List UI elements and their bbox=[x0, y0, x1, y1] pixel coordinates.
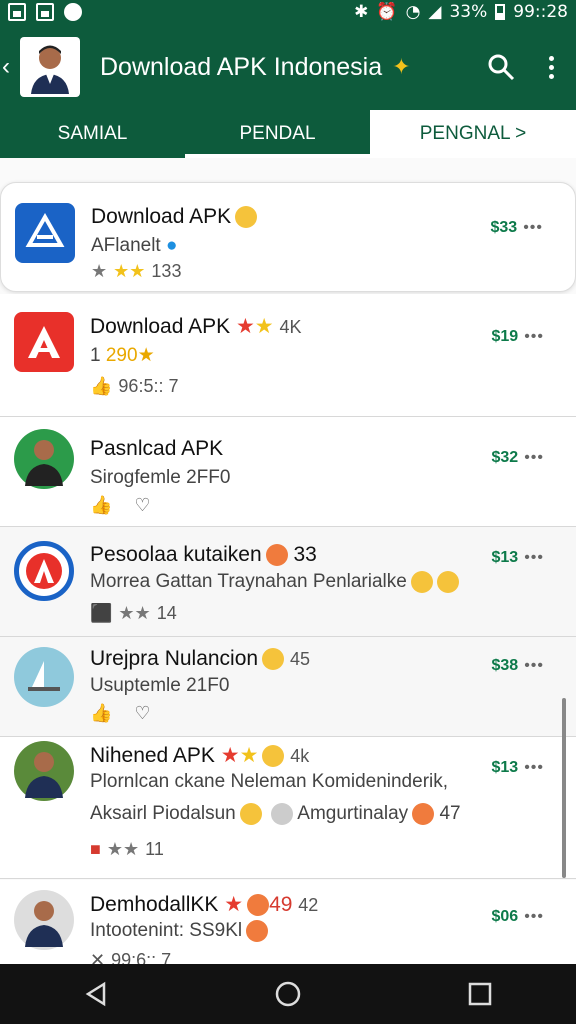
home-nav-button[interactable] bbox=[263, 974, 313, 1014]
back-nav-button[interactable] bbox=[71, 974, 121, 1014]
app-bar: ‹ Download APK Indonesia ✦ bbox=[0, 24, 576, 110]
tab-samial[interactable]: SAMIAL bbox=[0, 110, 185, 158]
image-icon bbox=[8, 3, 26, 21]
app-sub: Usuptemle 21F0 bbox=[90, 675, 230, 696]
app-name: Pesoolaa kutaiken 33 bbox=[90, 543, 317, 567]
share-icon: ✕ bbox=[90, 950, 106, 964]
thumbs-up-icon[interactable]: 👍 bbox=[90, 495, 112, 516]
list-item[interactable]: Pasnlcad APK Sirogfemle 2FF0 👍 ♡ $32 ••• bbox=[0, 417, 576, 527]
heart-icon[interactable]: ♡ bbox=[134, 703, 150, 724]
app-icon bbox=[64, 3, 82, 21]
app-name: Download APK bbox=[91, 205, 258, 229]
more-icon: ••• bbox=[523, 219, 543, 236]
app-sub: Morrea Gattan Traynahan Penlarialke bbox=[90, 571, 459, 593]
list-item[interactable]: Pesoolaa kutaiken 33 Morrea Gattan Trayn… bbox=[0, 527, 576, 637]
recents-nav-button[interactable] bbox=[455, 974, 505, 1014]
status-bar: ✱ ⏰ ◔ ◢ 33% 99::28 bbox=[0, 0, 576, 24]
page-title: Download APK Indonesia bbox=[100, 52, 383, 81]
badge-icon: ⬛ bbox=[90, 603, 113, 623]
price: $06 ••• bbox=[491, 908, 544, 925]
more-icon: ••• bbox=[524, 657, 544, 674]
rating: ■ ★★ 11 bbox=[90, 839, 164, 859]
app-sub-2: Aksairl Piodalsun Amgurtinalay 47 bbox=[90, 803, 461, 825]
signal-icon: ◢ bbox=[428, 2, 442, 22]
app-list: Download APK AFlanelt ● ★ ★★ 133 $33 ••• D… bbox=[0, 158, 576, 964]
badge-icon: ■ bbox=[90, 839, 101, 859]
tab-bar: SAMIAL PENDAL PENGNAL > bbox=[0, 110, 576, 158]
more-icon: ••• bbox=[524, 449, 544, 466]
app-sub: 1 290★ bbox=[90, 345, 155, 366]
list-item[interactable]: Urejpra Nulancion 45 Usuptemle 21F0 👍 ♡ $… bbox=[0, 637, 576, 737]
battery-percent: 33% bbox=[449, 2, 488, 22]
tab-pendal[interactable]: PENDAL bbox=[185, 110, 370, 158]
clock: 99::28 bbox=[513, 2, 568, 22]
app-icon bbox=[14, 647, 74, 707]
app-name: Pasnlcad APK bbox=[90, 437, 224, 460]
more-icon: ••• bbox=[524, 759, 544, 776]
price: $19 ••• bbox=[491, 328, 544, 345]
bird-icon: ✦ bbox=[392, 54, 411, 79]
app-sub: Sirogfemle 2FF0 bbox=[90, 467, 231, 488]
thumbs-up-icon[interactable]: 👍 bbox=[90, 703, 112, 724]
scrollbar[interactable] bbox=[562, 698, 566, 878]
price: $13 ••• bbox=[491, 549, 544, 566]
tab-pengnal[interactable]: PENGNAL > bbox=[370, 110, 576, 158]
app-sub: Plornlcan ckane Neleman Komideninderik, bbox=[90, 771, 449, 792]
app-actions: 👍 ♡ bbox=[90, 495, 151, 516]
rating: ⬛ ★★ 14 bbox=[90, 603, 177, 623]
price: $32 ••• bbox=[491, 449, 544, 466]
app-sub: Intootenint: SS9Kl bbox=[90, 920, 269, 942]
app-icon bbox=[14, 741, 74, 801]
app-name: Download APK ★★ 4K bbox=[90, 315, 302, 338]
back-icon[interactable]: ‹ bbox=[0, 53, 18, 81]
image-icon bbox=[36, 3, 54, 21]
more-icon: ••• bbox=[524, 328, 544, 345]
list-item[interactable]: DemhodallKK ★ 49 42 Intootenint: SS9Kl ✕ 9… bbox=[0, 880, 576, 964]
app-name: DemhodallKK ★ 49 42 bbox=[90, 893, 319, 917]
list-item[interactable]: Download APK AFlanelt ● ★ ★★ 133 $33 ••• bbox=[0, 182, 576, 292]
alarm-icon: ⏰ bbox=[376, 2, 398, 22]
bluetooth-icon: ✱ bbox=[354, 2, 369, 22]
price: $33 ••• bbox=[490, 219, 543, 236]
more-vert-icon[interactable] bbox=[549, 55, 554, 79]
app-icon bbox=[14, 429, 74, 489]
app-name: Urejpra Nulancion 45 bbox=[90, 647, 310, 671]
price: $13 ••• bbox=[491, 759, 544, 776]
heart-icon[interactable]: ♡ bbox=[134, 495, 150, 516]
avatar[interactable] bbox=[20, 37, 80, 97]
search-icon[interactable] bbox=[487, 53, 515, 81]
wifi-icon: ◔ bbox=[405, 2, 421, 22]
emoji-icon bbox=[235, 206, 258, 229]
more-icon: ••• bbox=[524, 908, 544, 925]
app-icon bbox=[14, 541, 74, 601]
list-item[interactable]: Download APK ★★ 4K 1 290★ 👍 96:5:: 7 $19 •… bbox=[0, 294, 576, 417]
app-icon bbox=[14, 312, 74, 372]
price: $38 ••• bbox=[491, 657, 544, 674]
app-icon bbox=[15, 203, 75, 263]
more-icon: ••• bbox=[524, 549, 544, 566]
verified-icon: ● bbox=[165, 235, 178, 256]
battery-icon bbox=[495, 4, 506, 20]
app-meta: ✕ 99:6:: 7 bbox=[90, 950, 171, 964]
app-name: Nihened APK ★★ 4k bbox=[90, 744, 310, 768]
nav-bar bbox=[0, 964, 576, 1024]
list-item[interactable]: Nihened APK ★★ 4k Plornlcan ckane Nelema… bbox=[0, 737, 576, 879]
app-sub: AFlanelt ● bbox=[91, 235, 178, 256]
rating: ★ ★★ 133 bbox=[91, 261, 182, 281]
app-meta: 👍 96:5:: 7 bbox=[90, 376, 179, 396]
app-actions: 👍 ♡ bbox=[90, 703, 151, 724]
app-icon bbox=[14, 890, 74, 950]
thumbs-up-icon: 👍 bbox=[90, 376, 113, 396]
